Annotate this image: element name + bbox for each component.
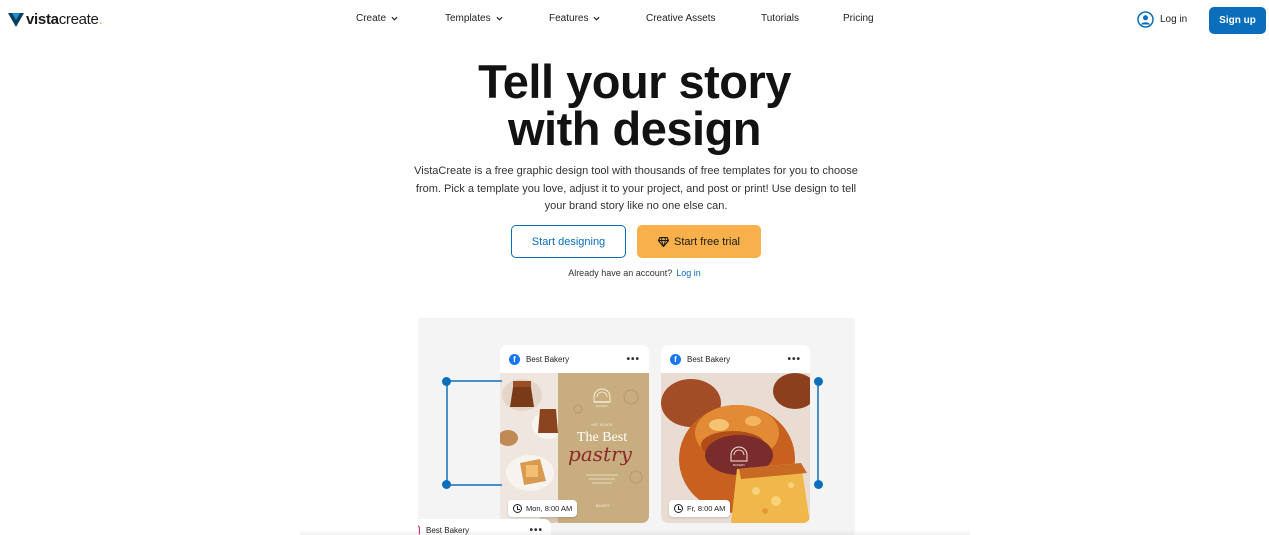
nav-tutorials-label: Tutorials — [761, 13, 799, 24]
nav-features[interactable]: Features — [549, 13, 600, 24]
resize-handle-bottom-left[interactable] — [442, 480, 451, 489]
social-post-card-2: f Best Bakery ••• BAKERY Fr, 8:00 AM — [661, 345, 810, 523]
start-free-trial-button[interactable]: Start free trial — [637, 225, 761, 258]
nav-tutorials[interactable]: Tutorials — [761, 13, 799, 24]
nav-pricing-label: Pricing — [843, 13, 874, 24]
hero-description: VistaCreate is a free graphic design too… — [414, 165, 858, 212]
nav-create-label: Create — [356, 13, 387, 24]
chevron-down-icon — [496, 16, 503, 21]
photo-badge-text: BAKERY — [733, 463, 745, 467]
account-login-link[interactable]: Log in — [676, 268, 701, 278]
selection-frame-left — [446, 380, 448, 486]
poster-script: pastry — [568, 442, 633, 466]
nav-pricing[interactable]: Pricing — [843, 13, 874, 24]
nav-templates-label: Templates — [445, 13, 491, 24]
nav-creative-assets-label: Creative Assets — [646, 13, 716, 24]
resize-handle-bottom-right[interactable] — [814, 480, 823, 489]
selection-frame-right — [817, 380, 819, 486]
more-options-icon[interactable]: ••• — [626, 354, 640, 365]
post-account-name: Best Bakery — [526, 354, 570, 364]
account-prompt: Already have an account? Log in — [0, 268, 1269, 278]
signup-button[interactable]: Sign up — [1209, 7, 1266, 34]
schedule-time-pill[interactable]: Mon, 8:00 AM — [508, 500, 578, 517]
clock-icon — [513, 504, 522, 513]
nav-create[interactable]: Create — [356, 13, 398, 24]
hero-title: Tell your story with design — [0, 58, 1269, 152]
chevron-down-icon — [391, 16, 398, 21]
start-designing-button[interactable]: Start designing — [511, 225, 626, 258]
poster-brand-bottom: BAKERY — [596, 504, 611, 508]
more-options-icon[interactable]: ••• — [787, 354, 801, 365]
schedule-time: Fr, 8:00 AM — [687, 504, 726, 513]
schedule-time-pill[interactable]: Fr, 8:00 AM — [669, 500, 731, 517]
user-circle-icon — [1137, 11, 1154, 28]
clock-icon — [674, 504, 683, 513]
poster-kicker: WE BAKE — [591, 422, 613, 427]
chevron-down-icon — [593, 16, 600, 21]
post-header: f Best Bakery ••• — [661, 345, 810, 373]
account-prompt-text: Already have an account? — [568, 268, 673, 278]
section-divider — [300, 530, 970, 535]
hero-title-line2: with design — [508, 102, 762, 155]
top-navbar: vistacreate. Create Templates Features C… — [0, 0, 1269, 40]
selection-frame-bottom — [446, 484, 502, 486]
nav-creative-assets[interactable]: Creative Assets — [646, 13, 715, 24]
login-label: Log in — [1160, 14, 1188, 25]
start-free-trial-label: Start free trial — [673, 235, 741, 248]
poster-brand-top: BAKERY — [596, 404, 608, 408]
login-link[interactable]: Log in — [1137, 11, 1187, 28]
selection-frame-top — [446, 380, 502, 382]
diamond-icon — [657, 236, 669, 247]
schedule-time: Mon, 8:00 AM — [526, 504, 573, 513]
hero-title-line1: Tell your story — [478, 55, 791, 108]
design-showcase: f Best Bakery ••• BAKERY WE BAKE The Bes… — [418, 318, 855, 535]
post-header: f Best Bakery ••• — [500, 345, 649, 373]
nav-features-label: Features — [549, 13, 589, 24]
facebook-icon: f — [670, 353, 681, 365]
social-post-card-1: f Best Bakery ••• BAKERY WE BAKE The Bes… — [500, 345, 649, 523]
resize-handle-top-left[interactable] — [442, 377, 451, 386]
post-account-name: Best Bakery — [687, 354, 731, 364]
resize-handle-top-right[interactable] — [814, 377, 823, 386]
main-nav: Create Templates Features Creative Asset… — [0, 13, 1269, 29]
facebook-icon: f — [509, 353, 520, 365]
nav-templates[interactable]: Templates — [445, 13, 503, 24]
